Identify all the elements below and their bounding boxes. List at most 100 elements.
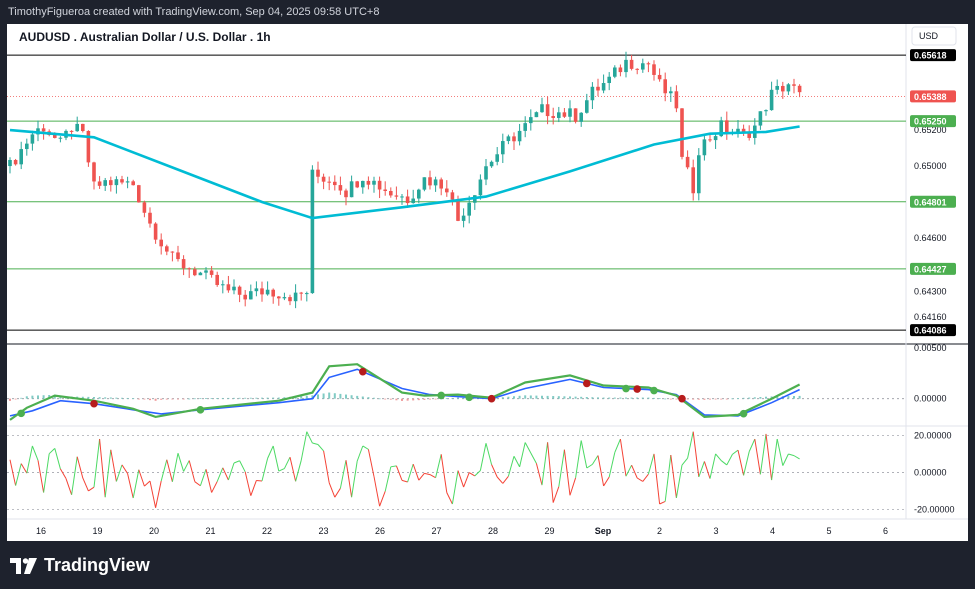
osc-histogram-bar <box>193 398 196 400</box>
candle-body <box>697 155 701 194</box>
rsi-segment <box>535 463 543 486</box>
osc-cross-dot-3 <box>359 367 367 376</box>
osc-histogram-bar <box>261 397 263 399</box>
time-tick-15: 6 <box>883 526 888 536</box>
osc-histogram-bar <box>205 398 207 399</box>
rsi-segment <box>558 449 565 487</box>
candle-body <box>685 156 690 168</box>
rsi-segment <box>698 461 705 478</box>
rsi-segment <box>317 444 324 452</box>
osc-histogram-bar <box>451 397 454 399</box>
rsi-segment <box>726 454 733 466</box>
osc-histogram-bar <box>227 397 230 399</box>
candle-body <box>596 86 600 91</box>
osc-histogram-bar <box>630 397 633 399</box>
osc-histogram-bar <box>14 398 17 400</box>
osc-histogram-bar <box>406 398 409 401</box>
osc-histogram-bar <box>322 393 325 399</box>
tradingview-logo[interactable]: TradingView <box>10 555 150 576</box>
osc-histogram-bar <box>177 398 179 400</box>
rsi-segment <box>367 449 375 477</box>
osc-histogram-bar <box>507 396 510 399</box>
osc-histogram-bar <box>154 398 157 401</box>
rsi-segment <box>395 465 403 481</box>
time-tick-12: 3 <box>713 526 718 536</box>
rsi-segment <box>407 463 414 483</box>
candle-body <box>366 180 371 185</box>
candle-body <box>232 286 236 291</box>
price-tick-4: 0.64160 <box>914 312 947 322</box>
rsi-segment <box>76 456 84 479</box>
osc-histogram-bar <box>121 397 123 399</box>
candle-body <box>327 181 331 183</box>
osc-histogram-bar <box>597 397 599 399</box>
osc-histogram-bar <box>384 398 387 400</box>
osc-histogram-bar <box>563 396 566 399</box>
candle-body <box>131 181 135 186</box>
candle-body <box>792 84 796 86</box>
osc-histogram-bar <box>255 397 258 399</box>
osc-histogram-bar <box>787 396 790 399</box>
rsi-segment <box>110 449 117 482</box>
osc-histogram-bar <box>669 398 672 400</box>
osc-histogram-bar <box>137 398 140 400</box>
rsi-segment <box>580 440 588 469</box>
rsi-segment <box>149 480 157 508</box>
candle-body <box>321 176 326 182</box>
osc-histogram-bar <box>272 397 275 399</box>
candle-body <box>120 179 124 183</box>
candle-body <box>635 68 639 70</box>
osc-histogram-bar <box>535 395 538 399</box>
candle-body <box>797 85 802 93</box>
osc-cross-dot-9 <box>633 385 641 393</box>
candle-body <box>288 297 292 302</box>
osc-histogram-bar <box>608 397 611 399</box>
rsi-segment <box>93 438 101 488</box>
osc-histogram-bar <box>361 396 364 399</box>
osc-histogram-bar <box>524 395 527 399</box>
rsi-tick-0: 20.00000 <box>914 430 952 440</box>
candle-body <box>467 202 471 216</box>
rsi-segment <box>507 456 515 477</box>
rsi-segment <box>743 451 750 476</box>
osc-histogram-bar <box>367 397 370 399</box>
time-tick-8: 28 <box>488 526 498 536</box>
moving-average-line <box>9 125 800 220</box>
osc-histogram-bar <box>317 394 319 399</box>
osc-cross-dot-11 <box>678 394 686 403</box>
osc-histogram-bar <box>9 398 11 401</box>
osc-histogram-bar <box>692 398 695 400</box>
osc-histogram-bar <box>686 398 689 400</box>
rsi-segment <box>457 470 465 488</box>
candle-body <box>181 259 186 269</box>
candle-body <box>562 112 567 117</box>
rsi-segment <box>20 463 28 474</box>
candle-body <box>573 108 578 122</box>
rsi-segment <box>709 453 717 479</box>
chart-frame[interactable]: 0.65200 0.65000 0.64600 0.64300 0.64160 0.656… <box>7 24 968 541</box>
candle-body <box>456 199 460 221</box>
price-tick-2: 0.64600 <box>914 233 947 243</box>
rsi-segment <box>703 461 711 479</box>
candle-body <box>103 180 107 186</box>
osc-histogram-bar <box>557 396 560 399</box>
rsi-segment <box>659 501 666 505</box>
osc-tick-0: 0.00500 <box>914 343 947 353</box>
rsi-segment <box>552 486 560 503</box>
rsi-segment <box>289 457 297 482</box>
osc-histogram-bar <box>378 398 381 400</box>
candle-body <box>657 74 662 80</box>
chart-root: TimothyFigueroa created with TradingView… <box>0 0 975 589</box>
chart-svg[interactable]: 0.652000.650000.646000.643000.641600.656… <box>7 24 968 541</box>
time-tick-3: 21 <box>205 526 215 536</box>
osc-histogram-bar <box>552 396 555 399</box>
rsi-segment <box>782 453 789 466</box>
candle-body <box>187 268 191 270</box>
rsi-segment <box>300 431 308 461</box>
rsi-segment <box>31 445 39 461</box>
rsi-segment <box>345 460 353 498</box>
rsi-segment <box>513 456 521 468</box>
candle-body <box>691 167 695 194</box>
candle-body <box>501 141 505 155</box>
candle-body <box>540 104 544 113</box>
